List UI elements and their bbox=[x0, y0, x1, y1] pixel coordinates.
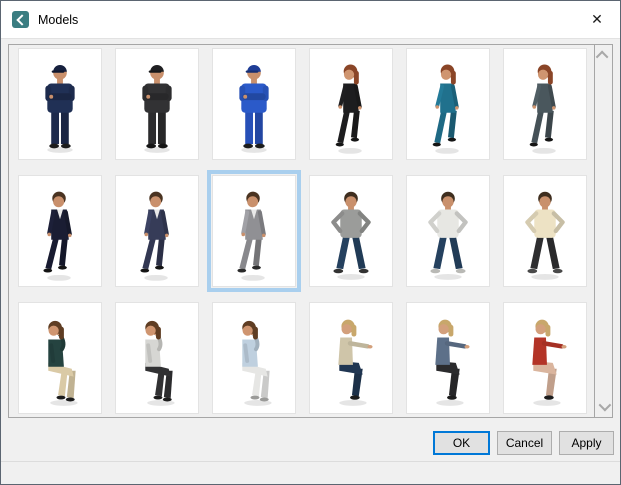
model-thumbnail-woman-walking-gray[interactable] bbox=[503, 48, 587, 160]
model-thumbnail-worker-black-arms-crossed[interactable] bbox=[115, 48, 199, 160]
model-thumbnail-man-cream-sweater-black-pants[interactable] bbox=[503, 175, 587, 287]
cancel-button[interactable]: Cancel bbox=[497, 431, 552, 455]
app-back-chevron-icon bbox=[12, 11, 29, 28]
scroll-down-button[interactable] bbox=[595, 398, 612, 415]
model-thumbnail-woman-seated-reaching-beige[interactable] bbox=[309, 302, 393, 414]
apply-button[interactable]: Apply bbox=[559, 431, 614, 455]
model-thumbnail-woman-walking-teal[interactable] bbox=[406, 48, 490, 160]
dialog-title: Models bbox=[38, 13, 78, 27]
model-thumbnail-man-suit-navy[interactable] bbox=[18, 175, 102, 287]
model-thumbnail-man-gray-sweater-jeans[interactable] bbox=[309, 175, 393, 287]
title-bar: Models ✕ bbox=[1, 1, 620, 39]
model-thumbnail-woman-walking-black[interactable] bbox=[309, 48, 393, 160]
chevron-down-icon bbox=[599, 399, 612, 412]
model-thumbnail-man-suit-slate[interactable] bbox=[115, 175, 199, 287]
model-thumbnail-man-white-sweater-jeans[interactable] bbox=[406, 175, 490, 287]
ok-button[interactable]: OK bbox=[433, 431, 490, 455]
models-dialog: Models ✕ bbox=[0, 0, 621, 485]
model-thumbnail-woman-seated-reaching-bluegray[interactable] bbox=[406, 302, 490, 414]
scroll-up-button[interactable] bbox=[595, 47, 612, 64]
model-thumbnail-worker-blue-arms-crossed[interactable] bbox=[212, 48, 296, 160]
model-thumbnail-woman-seated-phone-darkteal[interactable] bbox=[18, 302, 102, 414]
models-gallery-panel bbox=[8, 44, 613, 418]
vertical-scrollbar[interactable] bbox=[594, 45, 612, 417]
model-thumbnail-grid bbox=[18, 48, 587, 414]
model-thumbnail-woman-seated-phone-lightgray[interactable] bbox=[115, 302, 199, 414]
model-thumbnail-woman-seated-reaching-red[interactable] bbox=[503, 302, 587, 414]
model-thumbnail-woman-seated-phone-lightblue[interactable] bbox=[212, 302, 296, 414]
close-icon: ✕ bbox=[591, 11, 603, 28]
chevron-up-icon bbox=[596, 51, 609, 64]
footer-divider bbox=[1, 461, 620, 462]
close-button[interactable]: ✕ bbox=[582, 5, 612, 33]
model-thumbnail-worker-navy-arms-crossed[interactable] bbox=[18, 48, 102, 160]
model-thumbnail-man-suit-gray[interactable] bbox=[212, 175, 296, 287]
back-chevron-icon bbox=[16, 14, 27, 25]
